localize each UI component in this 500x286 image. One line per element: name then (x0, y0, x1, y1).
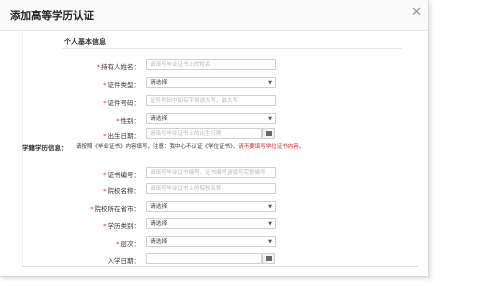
dialog-title: 添加高等学历认证 (10, 10, 94, 22)
id-type-select[interactable]: 请选择 ▼ (146, 77, 276, 88)
certificate-number-label: *证书编号： (103, 171, 140, 179)
certificate-number-input[interactable]: 请填写毕业证书编号，证书编号请填写完整编号 (146, 167, 276, 178)
id-number-label: *证件号码： (103, 99, 140, 107)
gender-select[interactable]: 请选择 ▼ (146, 113, 276, 124)
close-icon[interactable]: ✕ (411, 6, 422, 19)
id-type-label: *证件类型： (103, 81, 140, 89)
education-category-label: *学历类别： (103, 222, 140, 230)
academic-notice: 请按照《毕业证书》内容填写，注意：我中心不认证《学位证书》，请不要填写学位证书内… (76, 144, 305, 150)
chevron-down-icon: ▼ (268, 204, 272, 210)
gender-label: *性别： (116, 117, 140, 125)
chevron-down-icon: ▼ (268, 239, 272, 245)
calendar-icon[interactable] (262, 253, 275, 264)
school-province-select[interactable]: 请选择 ▼ (146, 201, 276, 212)
holder-name-label: *持有人姓名： (96, 63, 140, 71)
school-province-label: *院校所在省市： (90, 205, 140, 213)
section-title-academic: 学籍学历信息： (22, 144, 68, 152)
level-select[interactable]: 请选择 ▼ (146, 236, 276, 247)
holder-name-input[interactable]: 请填写毕业证书上的姓名 (146, 59, 276, 70)
level-label: *层次： (116, 240, 140, 248)
chevron-down-icon: ▼ (268, 116, 272, 122)
id-number-input[interactable]: 证件号码中如有字母请大写，最大写 (146, 95, 276, 106)
education-category-select[interactable]: 请选择 ▼ (146, 218, 276, 229)
birth-date-input[interactable]: 请填写毕业证书上的出生日期 (146, 128, 262, 139)
dialog-titlebar: 添加高等学历认证 ✕ (0, 0, 428, 31)
enrollment-date-label: 入学日期： (107, 257, 141, 265)
chevron-down-icon: ▼ (268, 221, 272, 227)
birth-date-label: *出生日期： (103, 132, 140, 140)
school-name-label: *院校名称： (103, 187, 140, 195)
calendar-icon[interactable] (262, 128, 275, 139)
divider (62, 48, 402, 49)
enrollment-date-input[interactable] (146, 253, 262, 264)
divider (22, 266, 418, 267)
school-name-input[interactable]: 请填写毕业证书上的院校名称 (146, 183, 276, 194)
add-degree-verification-dialog: 添加高等学历认证 ✕ 个人基本信息 *持有人姓名： 请填写毕业证书上的姓名 *证… (0, 0, 429, 277)
chevron-down-icon: ▼ (268, 80, 272, 86)
section-title-personal: 个人基本信息 (64, 38, 106, 46)
